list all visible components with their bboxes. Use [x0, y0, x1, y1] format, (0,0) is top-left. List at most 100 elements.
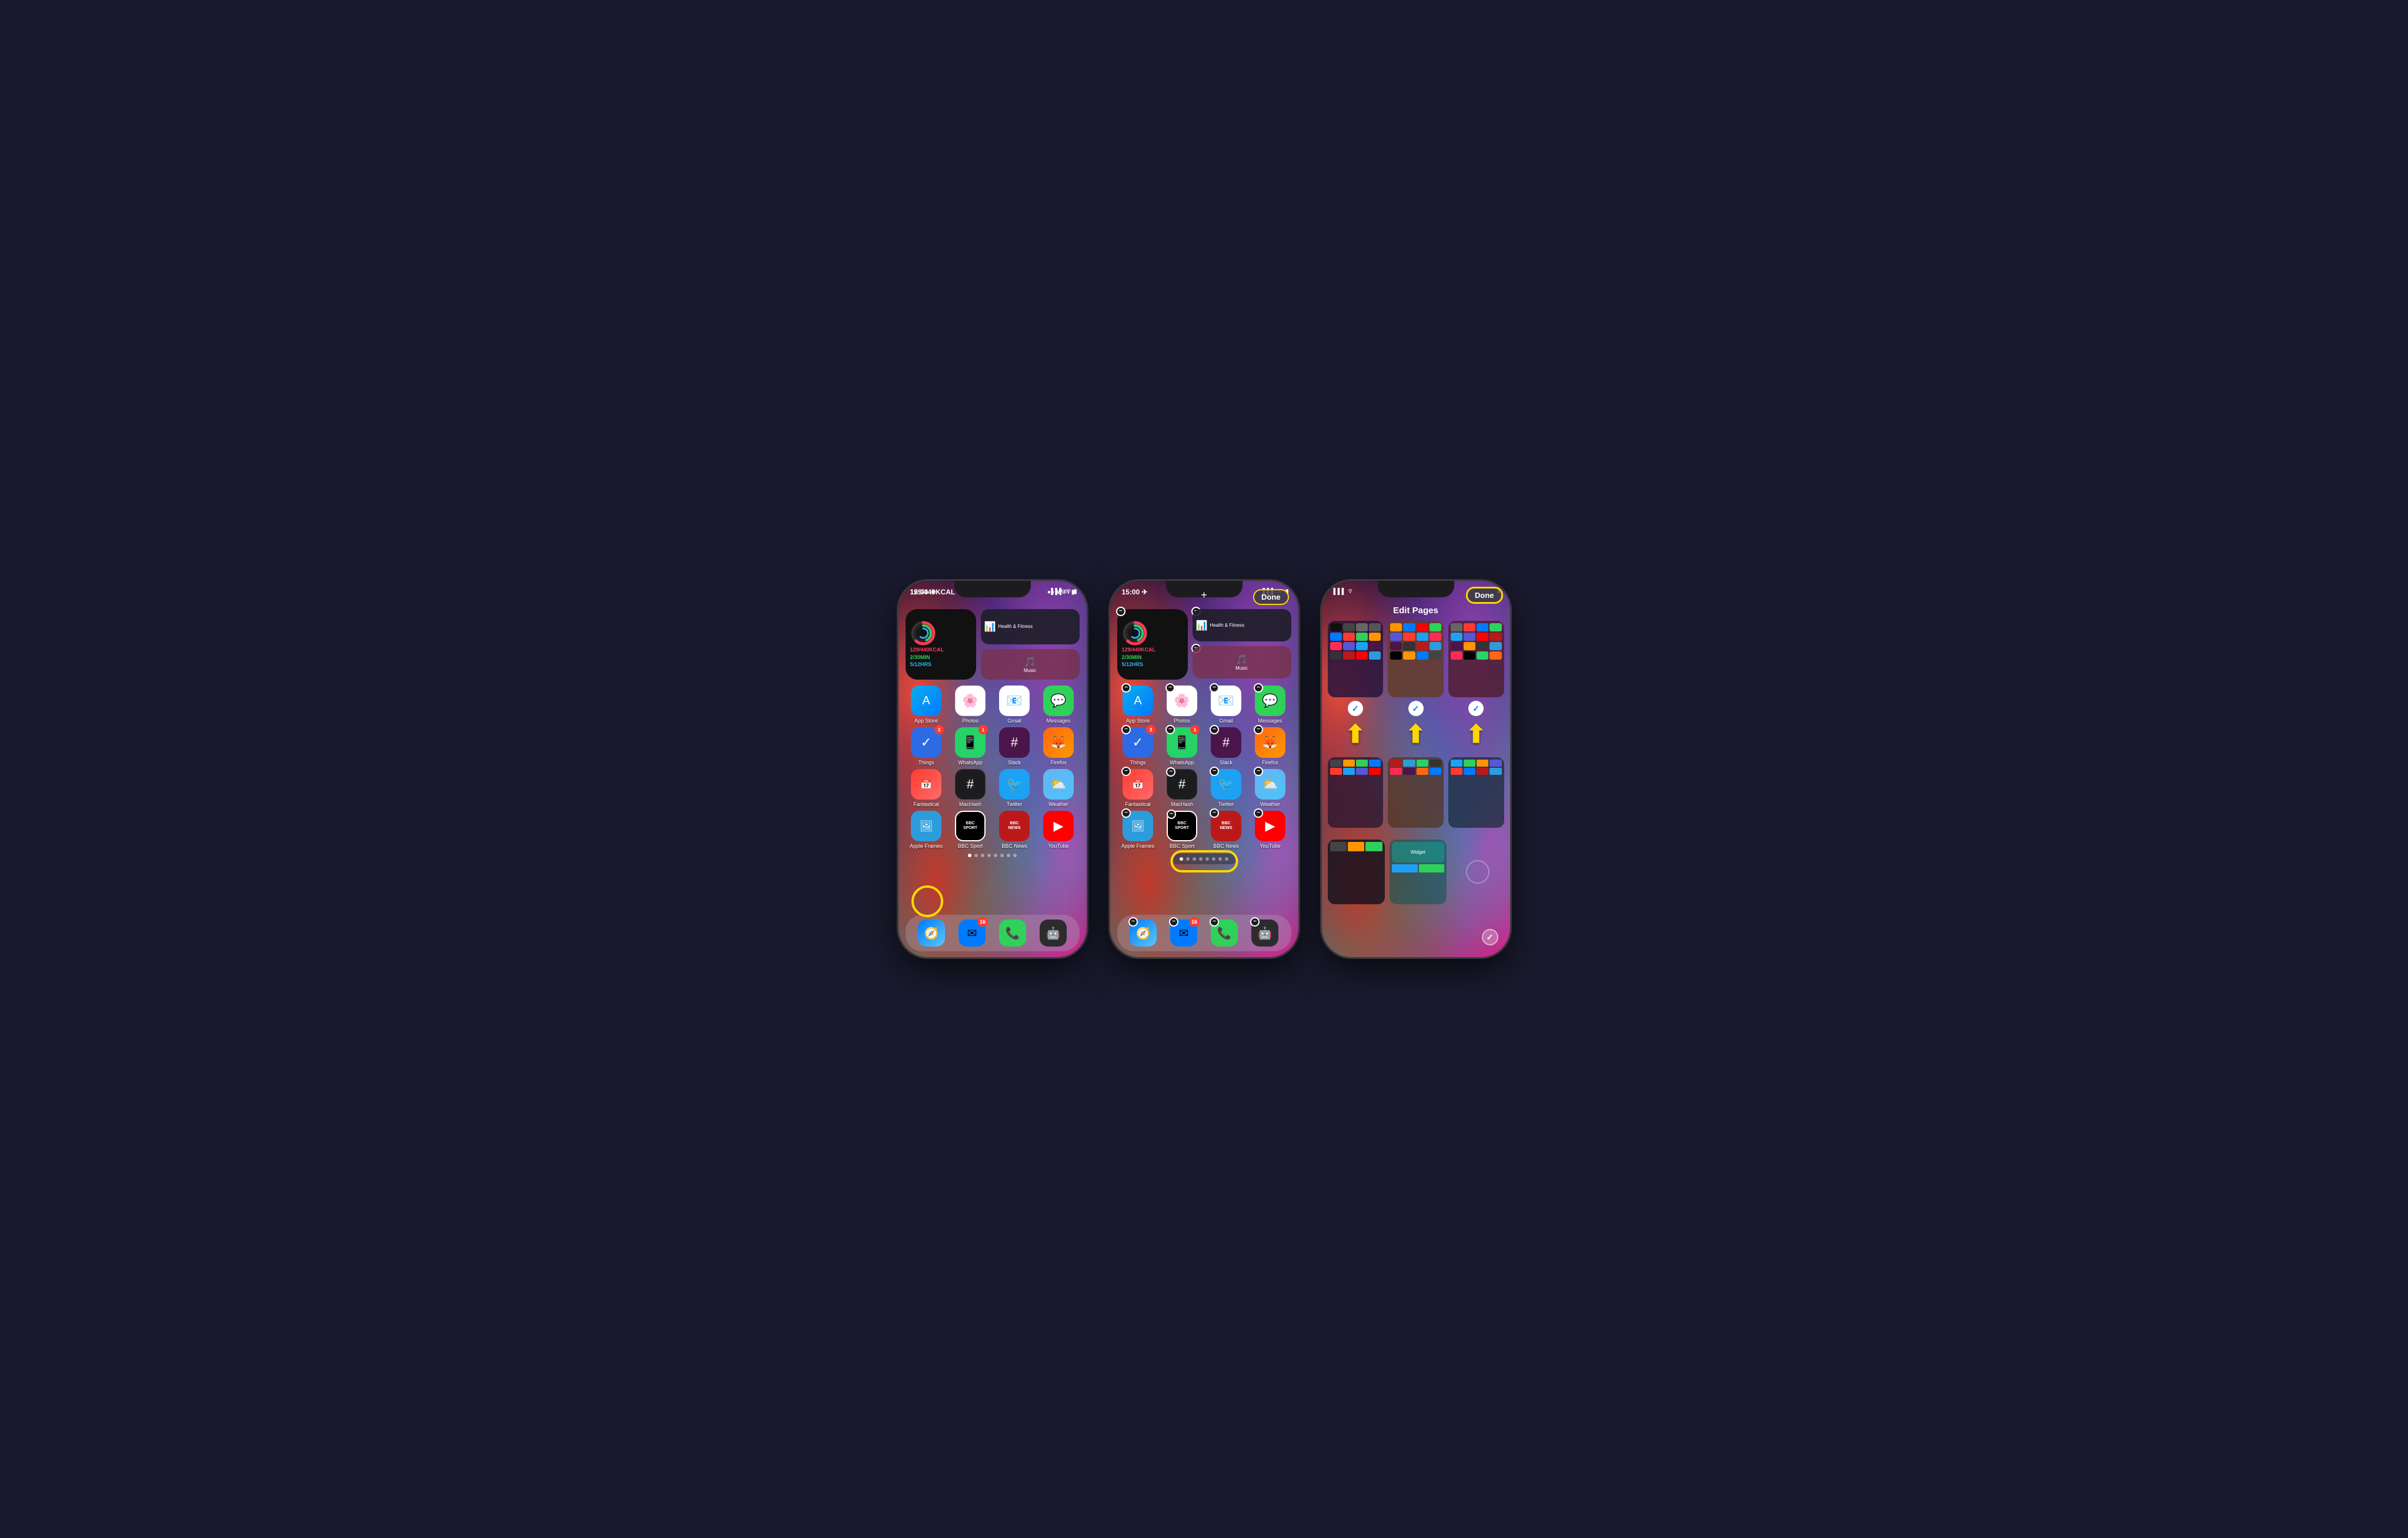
empty-circle: [1466, 860, 1489, 884]
thumb-icon: [1489, 642, 1501, 650]
app-machash-2[interactable]: # − MacHash: [1161, 769, 1203, 807]
minus-safari[interactable]: −: [1128, 917, 1138, 927]
minus-gmail[interactable]: −: [1210, 683, 1219, 693]
minus-bot[interactable]: −: [1250, 917, 1260, 927]
dock-safari[interactable]: 🧭: [918, 920, 945, 947]
minus-appstore[interactable]: −: [1121, 683, 1131, 693]
thumb-icon: [1403, 760, 1415, 767]
minus-twitter[interactable]: −: [1210, 767, 1219, 776]
dock-bot[interactable]: 🤖: [1040, 920, 1067, 947]
thumb-apps-4: [1330, 760, 1381, 775]
dock-bot-2[interactable]: 🤖 −: [1251, 920, 1278, 947]
app-things-2[interactable]: ✓ 3 − Things: [1117, 727, 1159, 765]
minus-messages[interactable]: −: [1254, 683, 1263, 693]
minus-slack[interactable]: −: [1210, 725, 1219, 734]
dot-1-4: [987, 854, 991, 857]
photos-icon: 🌸: [955, 686, 986, 716]
app-machash[interactable]: # MacHash: [950, 769, 991, 807]
app-fantastical[interactable]: 📅 Fantastical: [906, 769, 947, 807]
dock-phone-2[interactable]: 📞 −: [1211, 920, 1238, 947]
minus-whatsapp[interactable]: −: [1165, 725, 1175, 734]
app-messages[interactable]: 💬 Messages: [1038, 686, 1080, 724]
firefox-label-2: Firefox: [1262, 760, 1278, 765]
app-appstore[interactable]: A App Store: [906, 686, 947, 724]
app-photos-2[interactable]: 🌸 − Photos: [1161, 686, 1203, 724]
minus-bbcnews[interactable]: −: [1210, 808, 1219, 818]
plus-button-2[interactable]: +: [1201, 589, 1207, 601]
app-appleframes[interactable]: 🖼 Apple Frames: [906, 811, 947, 849]
thumb-icon: [1369, 760, 1381, 767]
dock-phone[interactable]: 📞: [999, 920, 1026, 947]
app-bbcnews[interactable]: BBCNEWS BBC News: [994, 811, 1036, 849]
minus-phone[interactable]: −: [1210, 917, 1219, 927]
photos-label-2: Photos: [1174, 718, 1190, 724]
done-button-3[interactable]: Done: [1466, 587, 1503, 604]
minus-appleframes[interactable]: −: [1121, 808, 1131, 818]
thumb-icon: [1477, 623, 1488, 631]
app-bbcsport[interactable]: BBCSPORT BBC Sport: [950, 811, 991, 849]
app-fantastical-2[interactable]: 📅 − Fantastical: [1117, 769, 1159, 807]
music-widget-2: 🎵 Music: [1193, 646, 1291, 678]
minus-photos[interactable]: −: [1165, 683, 1175, 693]
minus-fantastical[interactable]: −: [1121, 767, 1131, 776]
minus-machash[interactable]: −: [1166, 767, 1175, 777]
minus-bbcsport[interactable]: −: [1167, 810, 1176, 819]
minus-mail[interactable]: −: [1169, 917, 1178, 927]
minus-youtube[interactable]: −: [1254, 808, 1263, 818]
app-slack-2[interactable]: # − Slack: [1205, 727, 1247, 765]
arrow-1-container: ⬆: [1328, 722, 1384, 747]
pages-top-row: ✓: [1328, 621, 1504, 716]
minus-fitness[interactable]: −: [1116, 607, 1125, 616]
app-youtube[interactable]: ▶ YouTube: [1038, 811, 1080, 849]
app-messages-2[interactable]: 💬 − Messages: [1250, 686, 1291, 724]
thumb-icon: [1430, 651, 1441, 660]
dot-1-2: [974, 854, 978, 857]
done-button-2[interactable]: Done: [1253, 589, 1289, 605]
thumb-icon: [1390, 642, 1402, 650]
app-gmail-2[interactable]: 📧 − Gmail: [1205, 686, 1247, 724]
app-bbcsport-2[interactable]: BBCSPORT − BBC Sport: [1161, 811, 1203, 849]
thumb-icon: [1330, 768, 1342, 775]
minus-things[interactable]: −: [1121, 725, 1131, 734]
app-weather-2[interactable]: ⛅ − Weather: [1250, 769, 1291, 807]
app-whatsapp-2[interactable]: 📱 1 − WhatsApp: [1161, 727, 1203, 765]
app-appleframes-2[interactable]: 🖼 − Apple Frames: [1117, 811, 1159, 849]
minus-firefox[interactable]: −: [1254, 725, 1263, 734]
minus-weather[interactable]: −: [1254, 767, 1263, 776]
app-photos[interactable]: 🌸 Photos: [950, 686, 991, 724]
fantastical-glyph: 📅: [920, 778, 932, 790]
thumb-icon: [1403, 642, 1415, 650]
app-appstore-2[interactable]: A − App Store: [1117, 686, 1159, 724]
app-twitter[interactable]: 🐦 Twitter: [994, 769, 1036, 807]
app-twitter-2[interactable]: 🐦 − Twitter: [1205, 769, 1247, 807]
thumb-icon: [1489, 768, 1501, 775]
photos-icon-2: 🌸 −: [1167, 686, 1197, 716]
arrow-up-1: ⬆: [1345, 722, 1365, 747]
dock-mail-2[interactable]: ✉ 16 −: [1170, 920, 1197, 947]
status-left-3: ▌▌▌ ⌔: [1334, 588, 1353, 596]
thumb-icon: [1390, 623, 1402, 631]
app-slack[interactable]: # Slack: [994, 727, 1036, 765]
arrow-up-3: ⬆: [1466, 722, 1487, 747]
appstore-icon-2: A −: [1123, 686, 1153, 716]
twitter-label-2: Twitter: [1218, 801, 1234, 807]
app-whatsapp[interactable]: 📱 1 WhatsApp: [950, 727, 991, 765]
app-firefox-2[interactable]: 🦊 − Firefox: [1250, 727, 1291, 765]
thumb-icon: [1343, 633, 1355, 641]
thumb-icon: [1417, 623, 1428, 631]
appleframes-label: Apple Frames: [910, 843, 943, 849]
app-gmail[interactable]: 📧 Gmail: [994, 686, 1036, 724]
dock-mail[interactable]: ✉ 16: [958, 920, 986, 947]
dock-safari-2[interactable]: 🧭 −: [1130, 920, 1157, 947]
bot-glyph-2: 🤖: [1258, 926, 1273, 941]
phone-3: ▌▌▌ ⌔ ▮ Done Edit Pages: [1322, 581, 1510, 957]
thumb-icon: [1343, 768, 1355, 775]
safari-icon-2: 🧭 −: [1130, 920, 1157, 947]
app-bbcnews-2[interactable]: BBCNEWS − BBC News: [1205, 811, 1247, 849]
app-firefox[interactable]: 🦊 Firefox: [1038, 727, 1080, 765]
app-youtube-2[interactable]: ▶ − YouTube: [1250, 811, 1291, 849]
app-weather[interactable]: ⛅ Weather: [1038, 769, 1080, 807]
app-things[interactable]: ✓ 3 Things: [906, 727, 947, 765]
gmail-label-2: Gmail: [1219, 718, 1233, 724]
fitness-widget: 129/440KCAL 2/30MIN 5/12HRS: [906, 609, 976, 680]
